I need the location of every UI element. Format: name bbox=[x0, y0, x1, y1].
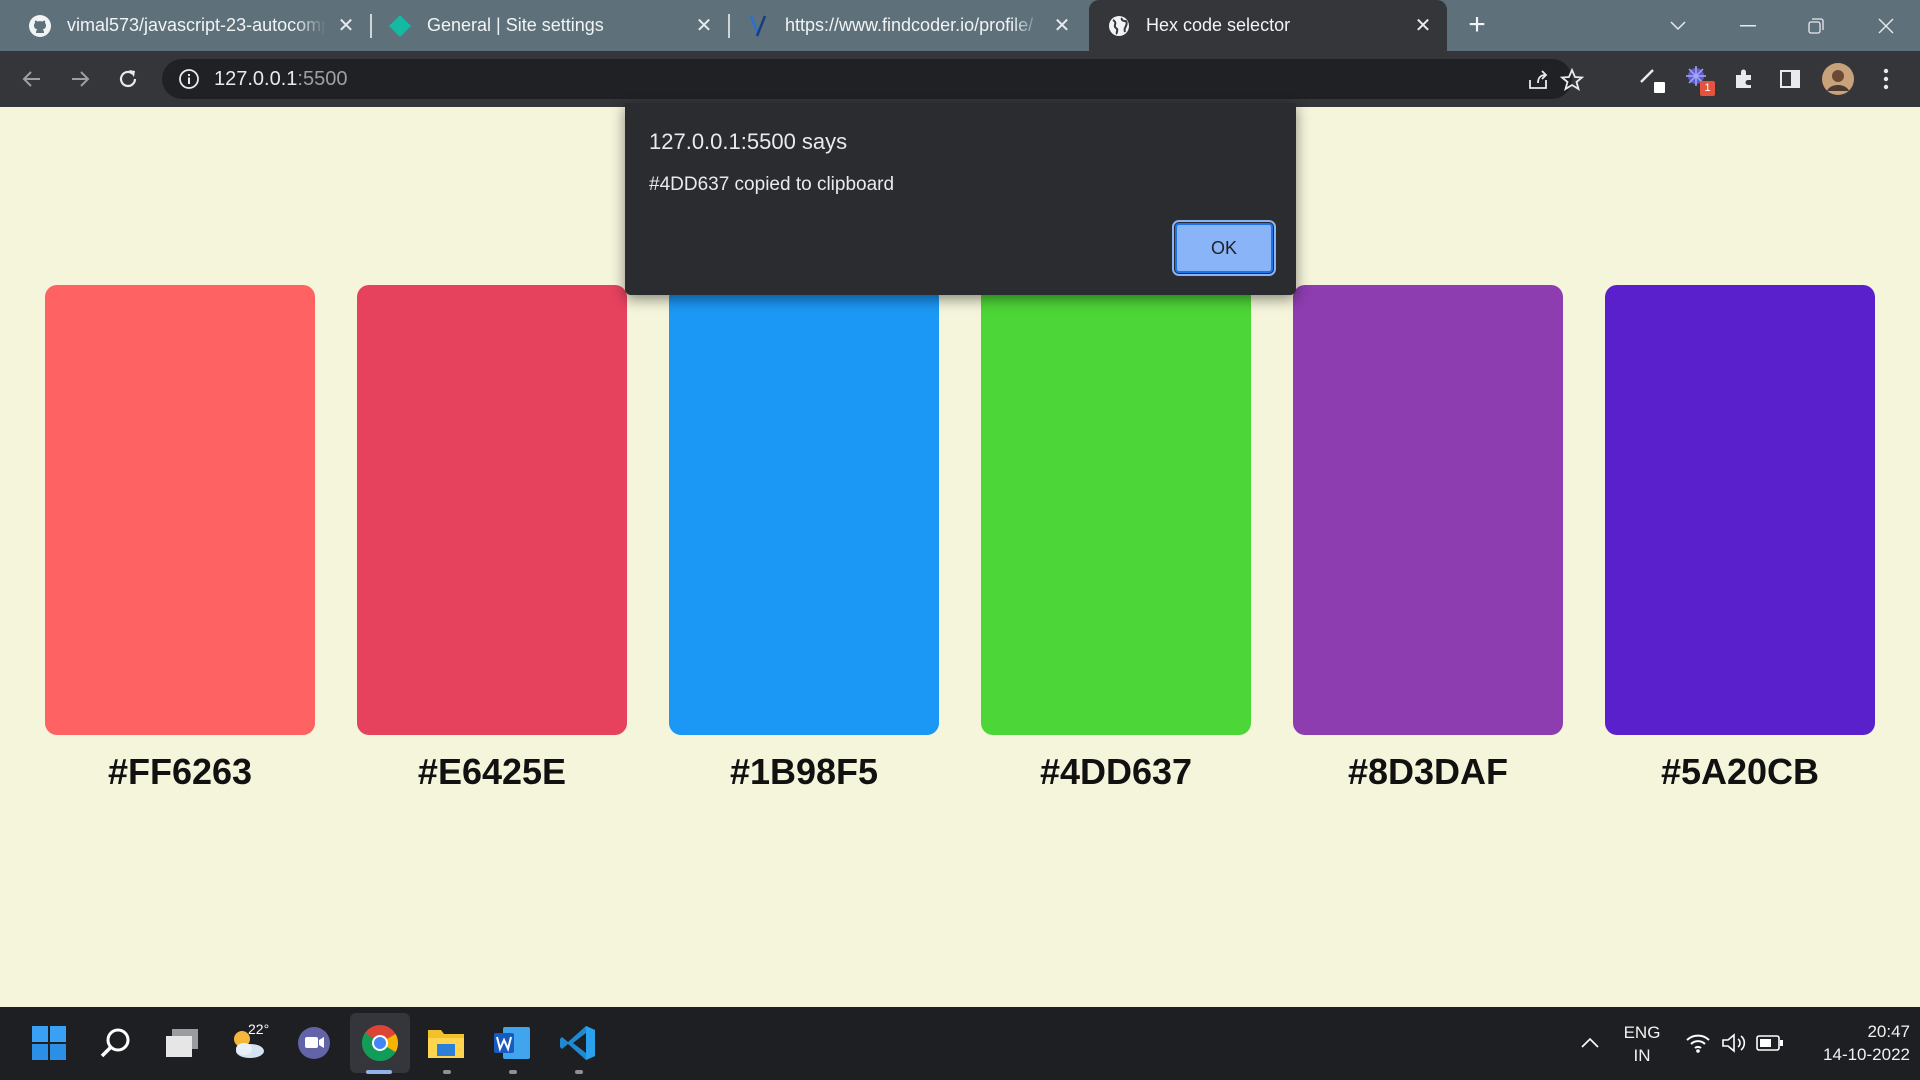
tab-site-settings[interactable]: General | Site settings ✕ bbox=[372, 0, 728, 51]
close-window-button[interactable] bbox=[1852, 0, 1920, 51]
color-swatch[interactable] bbox=[1293, 285, 1563, 735]
hex-code-label[interactable]: #4DD637 bbox=[981, 751, 1251, 793]
profile-avatar[interactable] bbox=[1822, 63, 1854, 95]
forward-button[interactable] bbox=[64, 63, 96, 95]
back-button[interactable] bbox=[16, 63, 48, 95]
windows-taskbar: 22° ENG IN 20:47 14-10-2022 bbox=[0, 1007, 1920, 1080]
app-running-indicator bbox=[575, 1070, 583, 1074]
globe-icon bbox=[1107, 14, 1131, 38]
close-tab-icon[interactable]: ✕ bbox=[692, 14, 716, 38]
language-indicator[interactable]: ENG bbox=[1620, 1023, 1664, 1043]
clock-time[interactable]: 20:47 bbox=[1790, 1022, 1910, 1042]
alert-dialog: 127.0.0.1:5500 says #4DD637 copied to cl… bbox=[625, 103, 1296, 295]
url-host: 127.0.0.1 bbox=[214, 67, 298, 90]
search-icon[interactable] bbox=[94, 1021, 138, 1065]
colorzilla-extension-icon[interactable]: 1 bbox=[1682, 63, 1715, 96]
close-tab-icon[interactable]: ✕ bbox=[1050, 14, 1074, 38]
color-swatch[interactable] bbox=[45, 285, 315, 735]
region-indicator[interactable]: IN bbox=[1620, 1046, 1664, 1066]
show-hidden-icons-chevron-icon[interactable] bbox=[1568, 1021, 1612, 1065]
menu-kebab-icon[interactable] bbox=[1870, 63, 1902, 95]
dialog-title: 127.0.0.1:5500 says bbox=[649, 129, 848, 154]
tab-search-chevron-icon[interactable] bbox=[1644, 0, 1712, 51]
close-tab-icon[interactable]: ✕ bbox=[334, 14, 358, 38]
tab-hex-code-selector[interactable]: Hex code selector ✕ bbox=[1089, 0, 1447, 51]
close-tab-icon[interactable]: ✕ bbox=[1411, 14, 1435, 38]
minimize-button[interactable] bbox=[1714, 0, 1782, 51]
hex-code-label[interactable]: #5A20CB bbox=[1605, 751, 1875, 793]
site-settings-icon bbox=[388, 14, 412, 38]
extension-badge: 1 bbox=[1700, 81, 1715, 96]
clock-date[interactable]: 14-10-2022 bbox=[1790, 1045, 1910, 1065]
app-running-indicator bbox=[509, 1070, 517, 1074]
extensions-puzzle-icon[interactable] bbox=[1728, 63, 1760, 95]
windows-start-icon[interactable] bbox=[27, 1021, 71, 1065]
github-icon bbox=[28, 14, 52, 38]
color-swatch[interactable] bbox=[357, 285, 627, 735]
reload-button[interactable] bbox=[112, 63, 144, 95]
side-panel-icon[interactable] bbox=[1774, 63, 1806, 95]
bookmark-star-icon[interactable] bbox=[1559, 67, 1585, 92]
hex-code-label[interactable]: #FF6263 bbox=[45, 751, 315, 793]
tab-title: Hex code selector bbox=[1146, 15, 1291, 35]
color-swatch[interactable] bbox=[1605, 285, 1875, 735]
tab-title: vimal573/javascript-23-autocomplete bbox=[67, 15, 326, 35]
teams-chat-icon[interactable] bbox=[292, 1021, 336, 1065]
vscode-icon[interactable] bbox=[556, 1021, 600, 1065]
app-running-indicator bbox=[443, 1070, 451, 1074]
weather-temperature: 22° bbox=[248, 1021, 270, 1037]
restore-button[interactable] bbox=[1782, 0, 1850, 51]
file-explorer-icon[interactable] bbox=[424, 1021, 468, 1065]
ok-button[interactable]: OK bbox=[1172, 220, 1276, 276]
hex-code-label[interactable]: #8D3DAF bbox=[1293, 751, 1563, 793]
address-bar[interactable]: 127.0.0.1:5500 bbox=[162, 59, 1585, 99]
chrome-icon[interactable] bbox=[358, 1021, 402, 1065]
site-info-icon[interactable] bbox=[178, 68, 200, 90]
color-swatch[interactable] bbox=[669, 285, 939, 735]
battery-icon[interactable] bbox=[1748, 1021, 1792, 1065]
hex-code-label[interactable]: #E6425E bbox=[357, 751, 627, 793]
pen-extension-icon[interactable] bbox=[1636, 63, 1668, 95]
url-port: :5500 bbox=[297, 67, 348, 90]
browser-tab-strip: vimal573/javascript-23-autocomplete ✕ Ge… bbox=[0, 0, 1920, 51]
word-icon[interactable] bbox=[490, 1021, 534, 1065]
dialog-message: #4DD637 copied to clipboard bbox=[649, 174, 895, 195]
hex-code-label[interactable]: #1B98F5 bbox=[669, 751, 939, 793]
active-app-indicator bbox=[366, 1070, 392, 1074]
color-swatch[interactable] bbox=[981, 285, 1251, 735]
new-tab-button[interactable]: + bbox=[1462, 10, 1492, 41]
tab-github[interactable]: vimal573/javascript-23-autocomplete ✕ bbox=[0, 0, 370, 51]
findcoder-icon bbox=[746, 14, 770, 38]
tab-findcoder[interactable]: https://www.findcoder.io/profile/ ✕ bbox=[730, 0, 1086, 51]
tab-title: https://www.findcoder.io/profile/ bbox=[785, 15, 1034, 35]
share-icon[interactable] bbox=[1526, 68, 1550, 92]
tab-title: General | Site settings bbox=[427, 15, 604, 35]
task-view-icon[interactable] bbox=[160, 1021, 204, 1065]
browser-toolbar: 127.0.0.1:5500 1 bbox=[0, 51, 1920, 107]
